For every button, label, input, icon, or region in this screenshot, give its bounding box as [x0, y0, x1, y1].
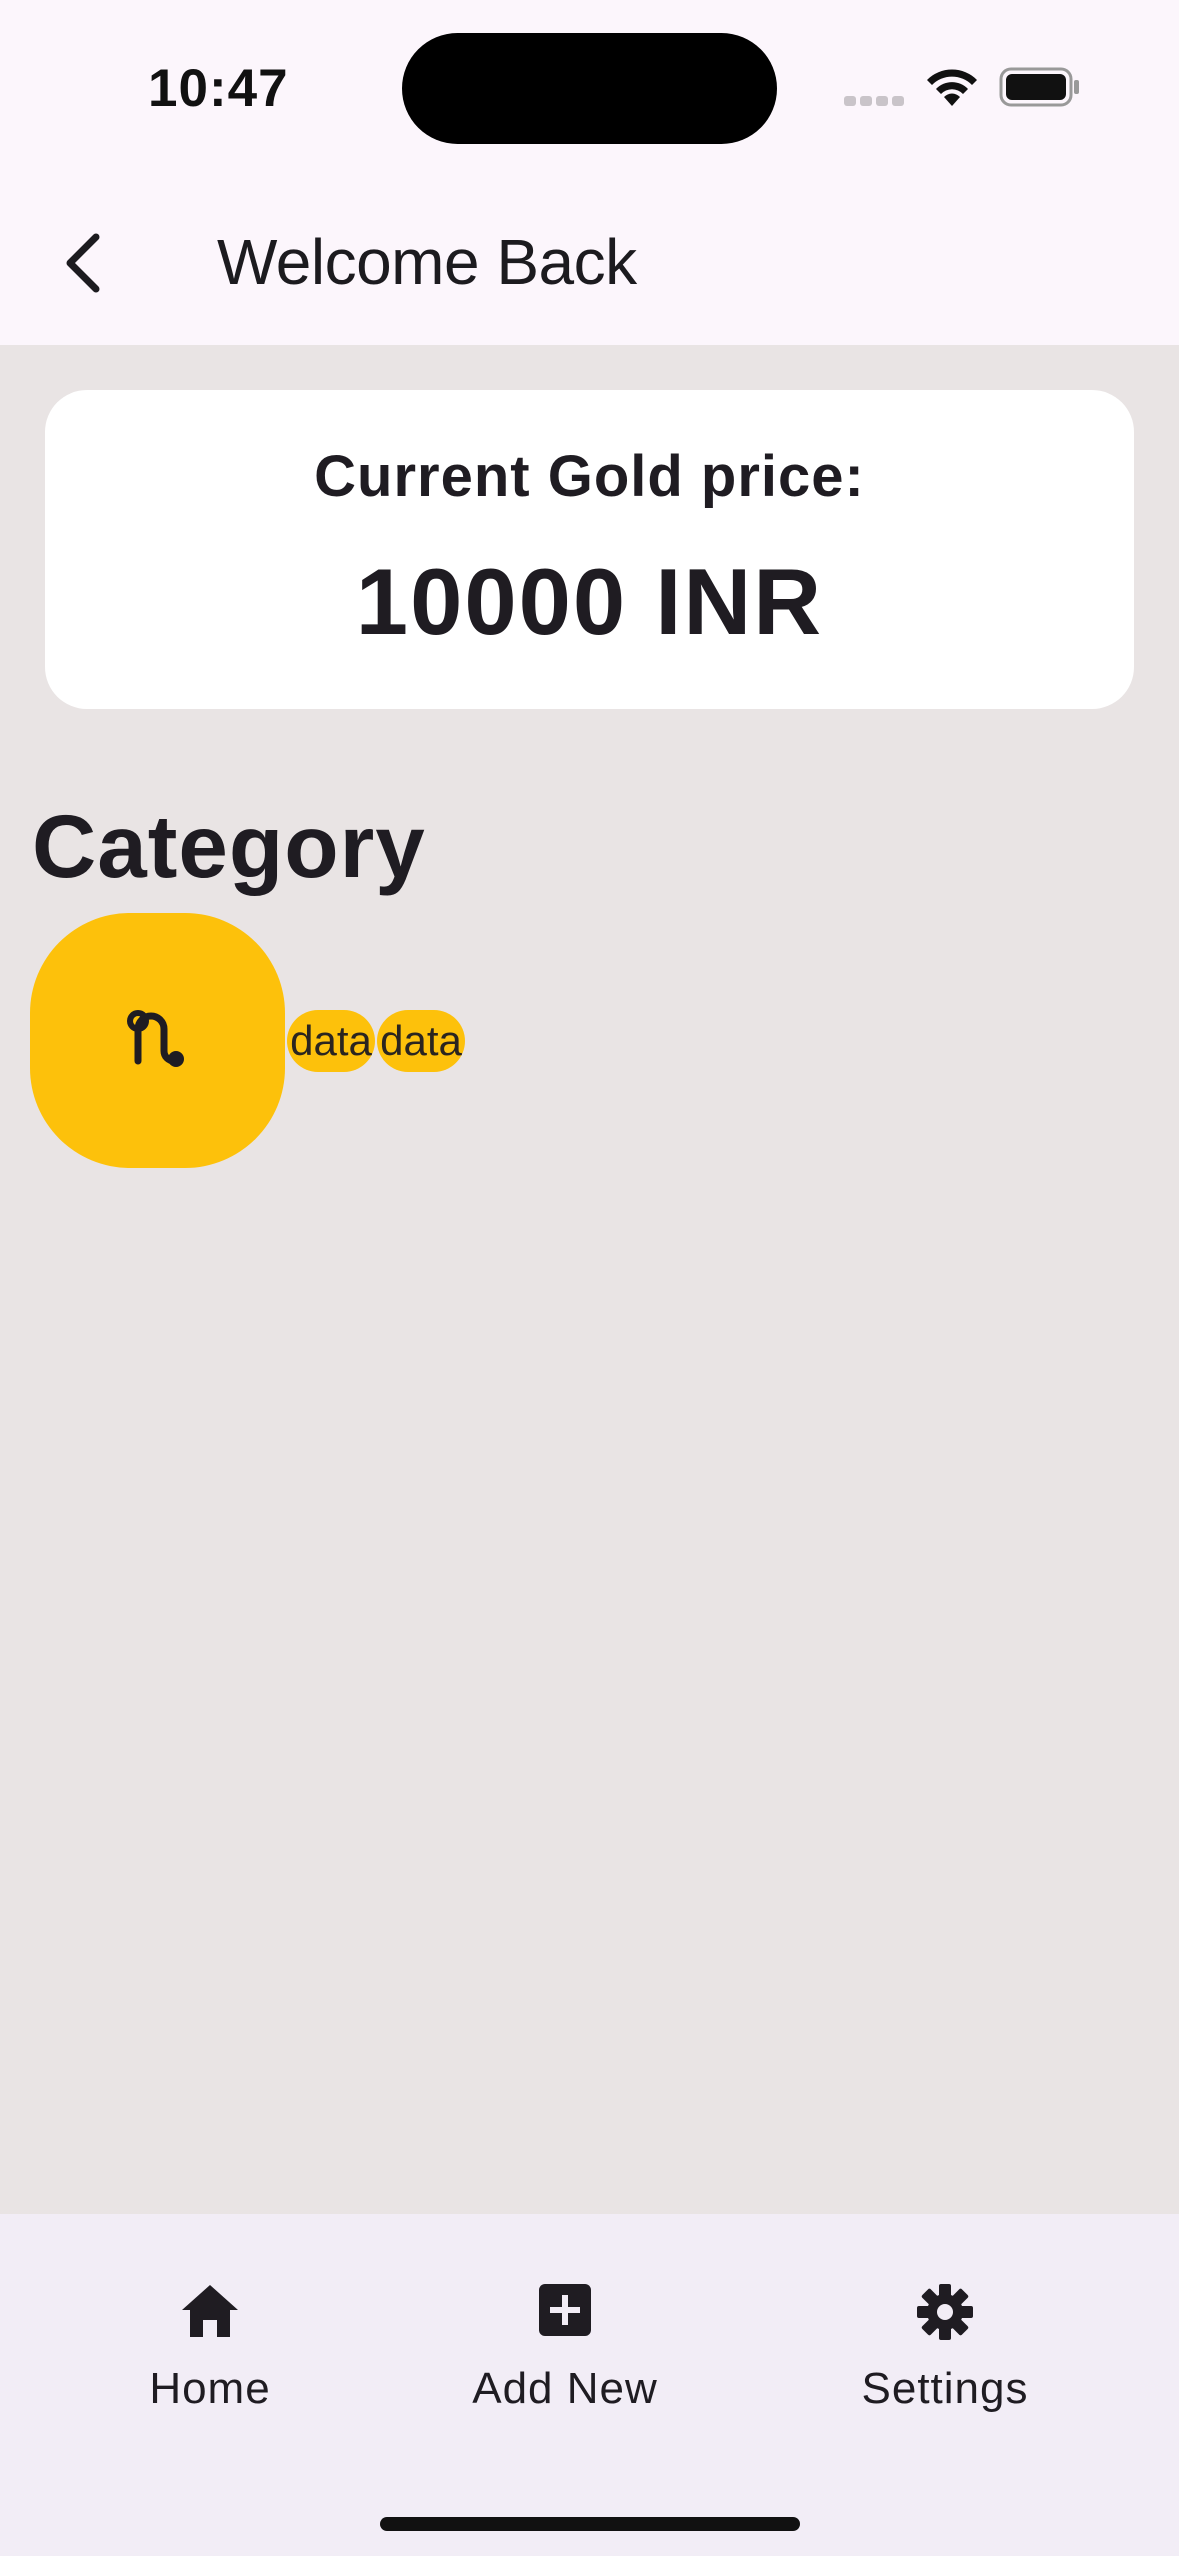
wifi-icon: [927, 69, 977, 106]
status-bar: 10:47: [0, 0, 1179, 175]
page-title: Welcome Back: [217, 226, 637, 298]
nav-item-add-new[interactable]: Add New: [440, 2274, 690, 2414]
home-indicator[interactable]: [380, 2517, 800, 2531]
gold-price-value: 10000 INR: [355, 549, 824, 654]
dynamic-island: [402, 33, 777, 144]
add-box-icon: [539, 2284, 591, 2336]
chevron-left-icon: [66, 233, 100, 293]
category-heading: Category: [32, 796, 426, 896]
nav-label-add-new: Add New: [472, 2364, 658, 2413]
route-icon: [127, 1010, 184, 1067]
app-bar: Welcome Back: [0, 175, 1179, 345]
gear-icon: [917, 2284, 973, 2340]
category-chip[interactable]: data: [287, 1010, 375, 1072]
nav-label-settings: Settings: [861, 2364, 1029, 2413]
status-time: 10:47: [148, 59, 289, 118]
gold-price-label: Current Gold price:: [314, 444, 865, 509]
cellular-signal-icon: [844, 96, 906, 106]
category-chip[interactable]: data: [377, 1010, 465, 1072]
back-button[interactable]: [44, 213, 124, 303]
gold-price-card: Current Gold price: 10000 INR: [45, 390, 1134, 709]
nav-item-settings[interactable]: Settings: [820, 2274, 1070, 2414]
battery-icon: [999, 67, 1079, 107]
bottom-navigation: Home Add New Settings: [0, 2214, 1179, 2556]
category-tile[interactable]: [30, 913, 285, 1168]
home-icon: [182, 2285, 238, 2337]
nav-label-home: Home: [149, 2364, 271, 2413]
nav-item-home[interactable]: Home: [110, 2274, 310, 2414]
